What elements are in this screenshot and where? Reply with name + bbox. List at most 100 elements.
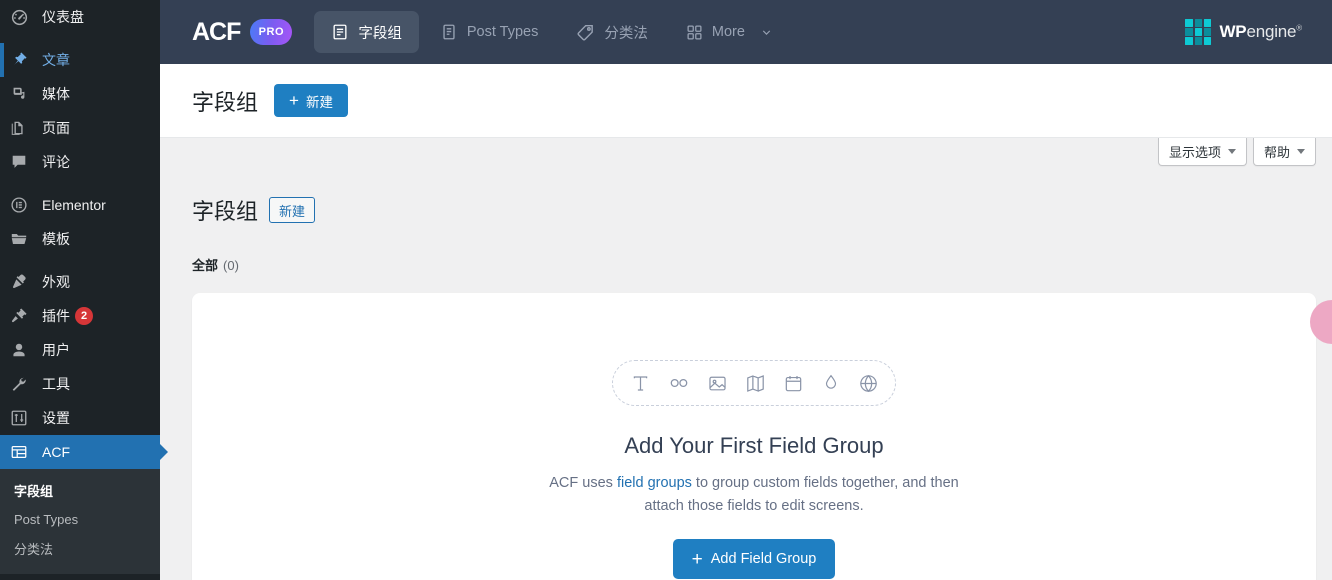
sidebar-item-label: 用户 xyxy=(42,342,70,358)
sidebar-item-dashboard[interactable]: 仪表盘 xyxy=(0,0,160,34)
text-icon xyxy=(630,373,651,394)
filter-all-count: (0) xyxy=(223,258,239,273)
show-options-button[interactable]: 显示选项 xyxy=(1157,138,1247,166)
admin-sidebar: 仪表盘 文章 媒体 页面 评论 Elementor 模板 外观 插件 2 用户 … xyxy=(0,0,160,580)
caret-down-icon xyxy=(1227,149,1236,154)
tab-more[interactable]: More xyxy=(669,11,790,53)
submenu-item-taxonomies[interactable]: 分类法 xyxy=(0,533,160,564)
acf-submenu: 字段组 Post Types 分类法 xyxy=(0,469,160,574)
sidebar-divider xyxy=(0,179,160,188)
grid-icon xyxy=(686,24,703,41)
wp-engine-mark-icon xyxy=(1185,19,1212,45)
wpe-trademark: ® xyxy=(1296,23,1302,33)
sidebar-item-tools[interactable]: 工具 xyxy=(0,367,160,401)
sidebar-item-label: 媒体 xyxy=(42,86,70,102)
show-options-label: 显示选项 xyxy=(1168,145,1221,160)
sidebar-item-templates[interactable]: 模板 xyxy=(0,222,160,256)
calendar-icon xyxy=(783,373,804,394)
settings-icon xyxy=(10,408,34,428)
acf-pro-badge: PRO xyxy=(250,19,293,45)
submenu-item-post-types[interactable]: Post Types xyxy=(0,506,160,533)
field-groups-empty-card: Add Your First Field Group ACF uses fiel… xyxy=(192,293,1316,580)
appearance-icon xyxy=(10,272,34,292)
wpe-bold: WP xyxy=(1219,22,1247,41)
page-heading-row: 字段组 新建 xyxy=(192,194,316,226)
add-new-label: 新建 xyxy=(305,94,333,110)
wpe-light: engine xyxy=(1246,22,1297,41)
sidebar-item-users[interactable]: 用户 xyxy=(0,333,160,367)
acf-subheader: 字段组 + 新建 xyxy=(160,64,1332,138)
sidebar-divider xyxy=(0,34,160,43)
sidebar-item-settings[interactable]: 设置 xyxy=(0,401,160,435)
sidebar-item-comments[interactable]: 评论 xyxy=(0,145,160,179)
tab-taxonomies[interactable]: 分类法 xyxy=(559,11,665,53)
tab-post-types[interactable]: Post Types xyxy=(423,11,555,53)
sidebar-item-label: ACF xyxy=(42,444,70,460)
acf-logo[interactable]: ACF xyxy=(192,18,241,47)
screen-meta-links: 显示选项 帮助 xyxy=(1157,138,1316,166)
list-filter-links: 全部 (0) xyxy=(192,255,239,274)
link-icon xyxy=(668,372,690,394)
help-label: 帮助 xyxy=(1263,145,1290,160)
sidebar-item-label: 设置 xyxy=(42,410,70,426)
empty-state-title: Add Your First Field Group xyxy=(624,433,884,458)
pin-icon xyxy=(10,50,34,70)
globe-icon xyxy=(858,373,879,394)
sidebar-item-label: 外观 xyxy=(42,274,70,290)
desc-part-1: ACF uses xyxy=(549,475,617,491)
tag-icon xyxy=(576,23,595,42)
media-icon xyxy=(10,84,34,104)
color-picker-icon xyxy=(821,373,841,393)
sidebar-item-label: 仪表盘 xyxy=(42,9,84,25)
empty-state-description: ACF uses field groups to group custom fi… xyxy=(534,472,974,518)
wp-content-area: 显示选项 帮助 字段组 新建 全部 (0) Add Your First Fie… xyxy=(160,138,1332,580)
page-title-action-add-new[interactable]: 新建 xyxy=(269,197,316,223)
comments-icon xyxy=(10,152,34,172)
sidebar-item-media[interactable]: 媒体 xyxy=(0,77,160,111)
sidebar-item-pages[interactable]: 页面 xyxy=(0,111,160,145)
admin-screen: 仪表盘 文章 媒体 页面 评论 Elementor 模板 外观 插件 2 用户 … xyxy=(0,0,1332,580)
plugins-update-badge: 2 xyxy=(75,307,93,325)
post-type-icon xyxy=(440,23,458,41)
sidebar-item-posts[interactable]: 文章 xyxy=(0,43,160,77)
sidebar-item-label: Elementor xyxy=(42,197,106,213)
sidebar-item-acf[interactable]: ACF xyxy=(0,435,160,469)
sidebar-item-label: 模板 xyxy=(42,231,70,247)
wp-engine-logo[interactable]: WPengine® xyxy=(1185,19,1302,45)
sidebar-divider xyxy=(0,256,160,265)
pages-icon xyxy=(10,118,34,138)
help-button[interactable]: 帮助 xyxy=(1252,138,1316,166)
tools-icon xyxy=(10,374,34,394)
add-new-field-group-button[interactable]: + 新建 xyxy=(274,84,348,117)
acf-subheader-title: 字段组 xyxy=(192,89,259,115)
add-field-group-cta-button[interactable]: + Add Field Group xyxy=(672,539,836,580)
map-icon xyxy=(745,373,766,394)
field-group-icon xyxy=(331,23,349,41)
sidebar-item-label: 插件 xyxy=(42,308,70,324)
filter-all-link[interactable]: 全部 xyxy=(192,255,218,274)
tab-label: 字段组 xyxy=(358,25,402,42)
image-icon xyxy=(707,373,728,394)
sidebar-item-appearance[interactable]: 外观 xyxy=(0,265,160,299)
folder-icon xyxy=(10,229,34,249)
acf-icon xyxy=(10,442,34,462)
acf-header-bar: ACF PRO 字段组 Post Types 分类法 More WPengine… xyxy=(160,0,1332,64)
page-title: 字段组 xyxy=(192,199,259,224)
field-groups-link[interactable]: field groups xyxy=(617,475,692,491)
sidebar-item-plugins[interactable]: 插件 2 xyxy=(0,299,160,333)
chevron-down-icon xyxy=(760,26,773,39)
field-type-icon-pill xyxy=(612,360,896,406)
caret-down-icon xyxy=(1297,149,1305,154)
dashboard-icon xyxy=(10,7,34,27)
tab-field-groups[interactable]: 字段组 xyxy=(314,11,419,53)
acf-tab-nav: 字段组 Post Types 分类法 More xyxy=(314,11,790,53)
users-icon xyxy=(10,340,34,360)
sidebar-item-label: 工具 xyxy=(42,376,70,392)
sidebar-item-elementor[interactable]: Elementor xyxy=(0,188,160,222)
tab-label: Post Types xyxy=(466,24,539,40)
empty-state: Add Your First Field Group ACF uses fiel… xyxy=(192,360,1316,580)
tab-label: More xyxy=(711,24,745,40)
sidebar-item-label: 文章 xyxy=(42,52,70,68)
submenu-item-field-groups[interactable]: 字段组 xyxy=(0,475,160,506)
desc-part-2: to group custom fields together, and the… xyxy=(644,475,959,515)
